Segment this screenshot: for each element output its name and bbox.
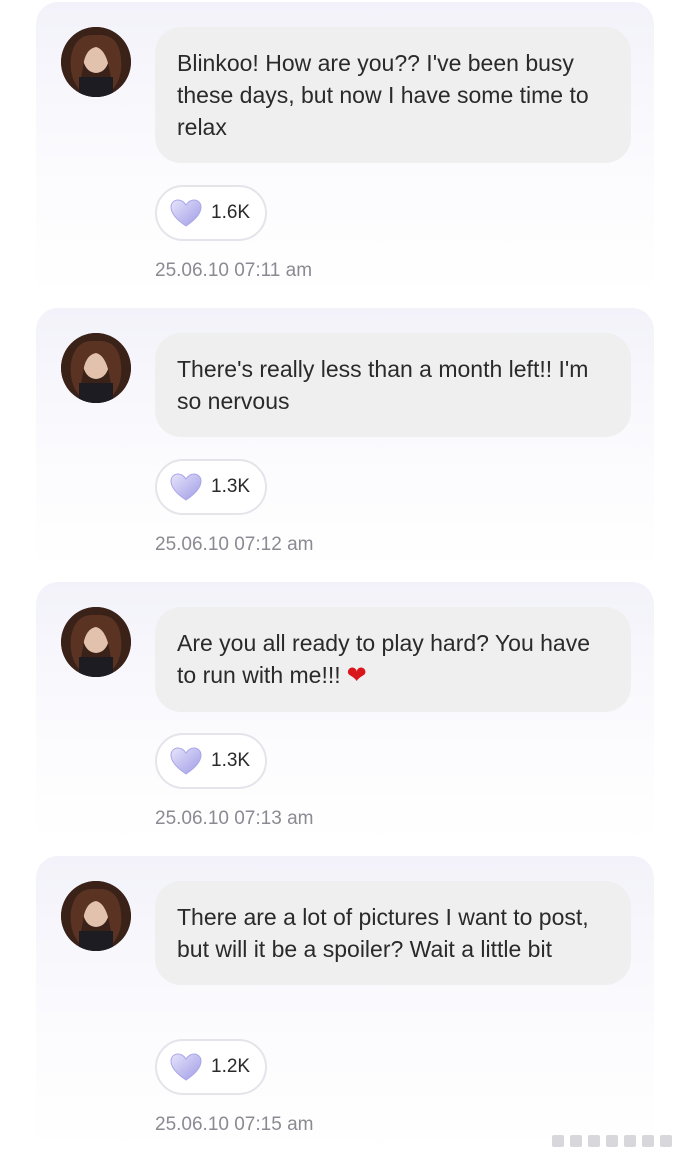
message-text: There are a lot of pictures I want to po… bbox=[177, 904, 589, 962]
avatar-image bbox=[61, 881, 131, 951]
like-button[interactable]: 1.3K bbox=[155, 733, 267, 789]
red-heart-emoji: ❤ bbox=[346, 662, 367, 689]
like-button[interactable]: 1.6K bbox=[155, 185, 267, 241]
avatar[interactable] bbox=[61, 607, 131, 677]
message-bubble: There's really less than a month left!! … bbox=[155, 333, 631, 437]
like-button[interactable]: 1.2K bbox=[155, 1039, 267, 1095]
message-text: There's really less than a month left!! … bbox=[177, 356, 589, 414]
message-text: Are you all ready to play hard? You have… bbox=[177, 630, 591, 688]
avatar-image bbox=[61, 333, 131, 403]
avatar[interactable] bbox=[61, 333, 131, 403]
avatar[interactable] bbox=[61, 27, 131, 97]
message-bubble: There are a lot of pictures I want to po… bbox=[155, 881, 631, 985]
like-count: 1.3K bbox=[211, 476, 251, 497]
avatar-image bbox=[61, 27, 131, 97]
message-timestamp: 25.06.10 07:13 am bbox=[155, 808, 314, 829]
like-count: 1.2K bbox=[211, 1056, 251, 1077]
message-card: Are you all ready to play hard? You have… bbox=[36, 582, 654, 846]
watermark-dots bbox=[552, 1134, 682, 1148]
message-timestamp: 25.06.10 07:12 am bbox=[155, 534, 314, 555]
message-card: There are a lot of pictures I want to po… bbox=[36, 856, 654, 1152]
like-count: 1.6K bbox=[211, 202, 251, 223]
message-timestamp: 25.06.10 07:15 am bbox=[155, 1114, 314, 1135]
message-bubble: Blinkoo! How are you?? I've been busy th… bbox=[155, 27, 631, 163]
lavender-heart-icon bbox=[169, 1052, 203, 1082]
message-timestamp: 25.06.10 07:11 am bbox=[155, 260, 313, 281]
message-text: Blinkoo! How are you?? I've been busy th… bbox=[177, 50, 589, 140]
avatar[interactable] bbox=[61, 881, 131, 951]
message-card: There's really less than a month left!! … bbox=[36, 308, 654, 572]
lavender-heart-icon bbox=[169, 472, 203, 502]
message-feed: Blinkoo! How are you?? I've been busy th… bbox=[0, 0, 690, 1156]
message-bubble: Are you all ready to play hard? You have… bbox=[155, 607, 631, 712]
like-button[interactable]: 1.3K bbox=[155, 459, 267, 515]
lavender-heart-icon bbox=[169, 746, 203, 776]
lavender-heart-icon bbox=[169, 198, 203, 228]
avatar-image bbox=[61, 607, 131, 677]
message-card: Blinkoo! How are you?? I've been busy th… bbox=[36, 2, 654, 298]
like-count: 1.3K bbox=[211, 750, 251, 771]
